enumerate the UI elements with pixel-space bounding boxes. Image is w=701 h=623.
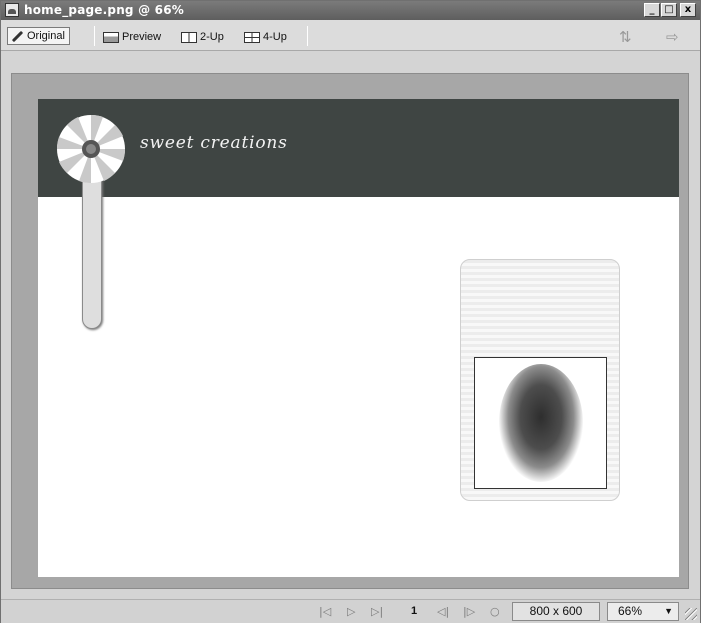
lollipop-stick: [82, 171, 102, 329]
tab-preview[interactable]: Preview: [103, 28, 161, 46]
loop-icon[interactable]: ○: [490, 605, 500, 618]
pencil-icon: [11, 30, 24, 42]
window-controls: _ □ x: [644, 3, 696, 17]
tab-label: Preview: [122, 31, 162, 43]
tab-2-up[interactable]: 2-Up: [181, 28, 224, 46]
tab-original[interactable]: Original: [7, 27, 70, 45]
resize-grip-icon[interactable]: [685, 608, 697, 620]
toolbar-divider: [307, 26, 308, 46]
portrait-image: [499, 364, 583, 482]
zoom-value: 66%: [618, 604, 643, 618]
header-banner: sweet creations: [38, 99, 679, 197]
view-toolbar: Original Preview 2-Up 4-Up ⇅ ⇨: [1, 20, 700, 51]
close-button[interactable]: x: [680, 3, 696, 17]
document-page: sweet creations: [38, 99, 679, 577]
title-bar[interactable]: home_page.png @ 66% _ □ x: [1, 1, 700, 20]
export-icon[interactable]: ⇅: [619, 28, 632, 46]
status-bar: |◁ ▷ ▷| 1 ◁| |▷ ○ 800 x 600 66% ▼: [1, 599, 700, 623]
photo-card: [460, 259, 620, 501]
tab-4-up[interactable]: 4-Up: [244, 28, 287, 46]
window-title: home_page.png @ 66%: [24, 3, 185, 17]
minimize-button[interactable]: _: [644, 3, 660, 17]
toolbar-divider: [94, 26, 95, 46]
maximize-button[interactable]: □: [661, 3, 677, 17]
image-dimensions: 800 x 600: [512, 602, 600, 621]
prev-frame-icon[interactable]: ◁|: [437, 605, 449, 618]
play-icon[interactable]: ▷: [347, 605, 355, 618]
chevron-down-icon: ▼: [664, 606, 673, 616]
preview-icon: [103, 31, 119, 43]
document-icon: [5, 3, 19, 17]
canvas-area[interactable]: sweet creations: [11, 73, 689, 589]
frame-number: 1: [411, 605, 418, 617]
two-up-icon: [181, 31, 197, 43]
lollipop-flower-graphic: [56, 114, 126, 184]
tab-label: 4-Up: [263, 31, 287, 43]
tab-label: Original: [27, 30, 65, 42]
first-frame-icon[interactable]: |◁: [319, 605, 331, 618]
banner-title: sweet creations: [140, 133, 288, 153]
last-frame-icon[interactable]: ▷|: [371, 605, 383, 618]
tab-label: 2-Up: [200, 31, 224, 43]
quick-export-icon[interactable]: ⇨: [666, 28, 679, 46]
photo-frame: [474, 357, 607, 489]
document-window: home_page.png @ 66% _ □ x Original Previ…: [0, 0, 701, 623]
next-frame-icon[interactable]: |▷: [463, 605, 475, 618]
zoom-select[interactable]: 66% ▼: [607, 602, 679, 621]
four-up-icon: [244, 31, 260, 43]
